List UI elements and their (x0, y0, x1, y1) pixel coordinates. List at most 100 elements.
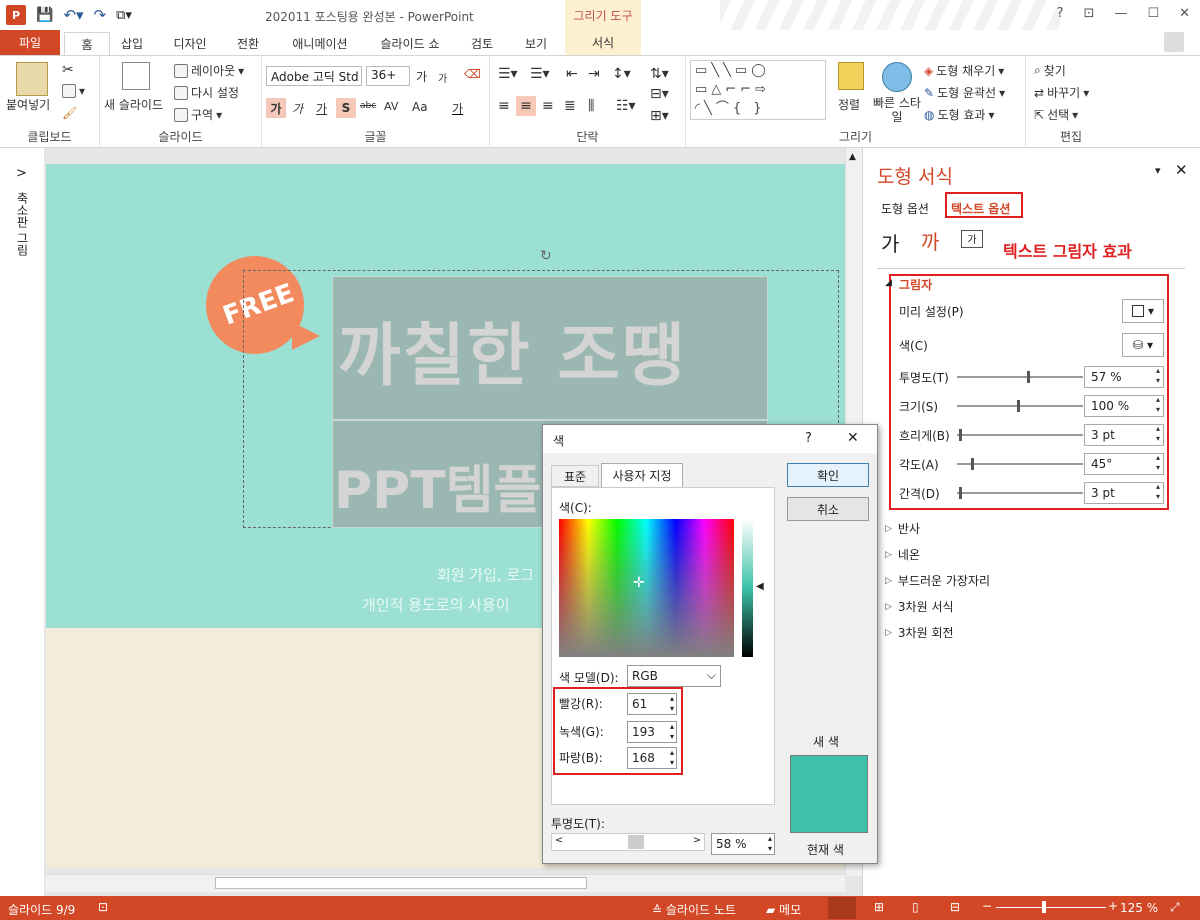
zoom-slider[interactable] (996, 901, 1106, 913)
distance-slider-thumb[interactable] (959, 487, 962, 499)
transparency-slider-thumb[interactable] (628, 835, 644, 849)
shadow-section-header[interactable]: 그림자 (899, 276, 932, 293)
line-spacing-icon[interactable]: ↕▾ (612, 66, 631, 82)
ok-button[interactable]: 확인 (787, 463, 869, 487)
minimize-button[interactable]: — (1114, 6, 1127, 21)
font-color-button[interactable]: 가 (452, 100, 463, 117)
bullets-icon[interactable]: ☰▾ (498, 66, 518, 82)
luminance-bar[interactable] (742, 519, 753, 657)
zoom-in-button[interactable]: + (1108, 899, 1118, 913)
section-3d-format[interactable]: ▷ 3차원 서식 (885, 598, 954, 615)
blue-spinner[interactable]: 168 (627, 747, 677, 769)
slideshow-view-icon[interactable]: ⊟ (950, 900, 960, 914)
tab-shape-options[interactable]: 도형 옵션 (881, 200, 929, 217)
italic-button[interactable]: 가 (292, 100, 303, 117)
hscroll-thumb[interactable] (215, 877, 587, 889)
collapse-shadow-icon[interactable]: ◢ (885, 278, 892, 288)
distance-spinner[interactable]: 3 pt (1084, 482, 1164, 504)
size-spinner[interactable]: 100 % (1084, 395, 1164, 417)
distance-slider[interactable] (957, 487, 1083, 499)
green-spinner[interactable]: 193 (627, 721, 677, 743)
notes-button[interactable]: ≙ 슬라이드 노트 (652, 901, 736, 918)
ribbon-display-button[interactable]: ⊡ (1084, 6, 1095, 21)
numbering-icon[interactable]: ☰▾ (530, 66, 550, 82)
char-spacing-button[interactable]: AV (384, 100, 398, 113)
zoom-level[interactable]: 125 % (1120, 901, 1158, 915)
slider-left-icon[interactable]: < (555, 835, 563, 846)
strikethrough-button[interactable]: abc (360, 101, 376, 111)
luminance-arrow-icon[interactable]: ◀ (756, 581, 764, 592)
reading-view-icon[interactable]: ▯ (912, 900, 919, 914)
paste-button[interactable]: 붙여넣기 (6, 96, 50, 113)
shape-fill-button[interactable]: ◈ 도형 채우기 ▾ (924, 62, 1004, 79)
red-spinner[interactable]: 61 (627, 693, 677, 715)
tab-file[interactable]: 파일 (0, 30, 60, 55)
text-fill-icon[interactable]: 가 (881, 228, 899, 257)
textbox-icon[interactable]: 가 (961, 230, 983, 248)
comments-button[interactable]: ▰ 메모 (766, 901, 801, 918)
new-slide-button[interactable]: 새 슬라이드 (104, 96, 163, 113)
preset-dropdown[interactable]: ▾ (1122, 299, 1164, 323)
layout-button[interactable]: 레이아웃 ▾ (174, 62, 244, 79)
dialog-close-button[interactable]: ✕ (847, 430, 859, 446)
grow-font-button[interactable]: 가 (416, 68, 427, 85)
angle-slider[interactable] (957, 458, 1083, 470)
dialog-help-button[interactable]: ? (805, 431, 812, 446)
shadow-color-dropdown[interactable]: ⛁ ▾ (1122, 333, 1164, 357)
rotate-handle-icon[interactable]: ↻ (540, 248, 552, 264)
angle-spinner[interactable]: 45° (1084, 453, 1164, 475)
change-case-button[interactable]: Aa (412, 100, 428, 114)
arrange-icon[interactable] (838, 62, 864, 90)
reset-button[interactable]: 다시 설정 (174, 84, 239, 101)
angle-slider-thumb[interactable] (971, 458, 974, 470)
tab-design[interactable]: 디자인 (165, 32, 215, 55)
fit-slide-icon[interactable]: ⤢ (1170, 900, 1180, 915)
tab-review[interactable]: 검토 (462, 32, 502, 55)
quick-styles-button[interactable]: 빠른 스타일 (872, 96, 922, 124)
justify-icon[interactable]: ≣ (564, 98, 576, 114)
smartart-icon[interactable]: ⊞▾ (650, 108, 669, 124)
text-shadow-button[interactable]: S (336, 98, 356, 118)
select-button[interactable]: ⇱ 선택 ▾ (1034, 106, 1078, 123)
tab-custom[interactable]: 사용자 지정 (601, 463, 683, 487)
transparency-slider[interactable] (957, 371, 1083, 383)
font-name-combo[interactable]: Adobe 고딕 Std (266, 66, 362, 86)
align-right-icon[interactable]: ≡ (542, 98, 554, 114)
save-icon[interactable]: 💾 (36, 7, 53, 23)
tab-home[interactable]: 홈 (64, 32, 110, 55)
slider-right-icon[interactable]: > (693, 835, 701, 846)
tab-animations[interactable]: 애니메이션 (283, 32, 357, 55)
format-painter-icon[interactable]: 🖌 (62, 106, 77, 120)
clear-format-icon[interactable]: ⌫ (464, 67, 481, 81)
quick-styles-icon[interactable] (882, 62, 912, 92)
tab-insert[interactable]: 삽입 (112, 32, 152, 55)
transparency-spinner[interactable]: 58 % (711, 833, 775, 855)
size-slider[interactable] (957, 400, 1083, 412)
transparency-slider-thumb[interactable] (1027, 371, 1030, 383)
tab-view[interactable]: 보기 (516, 32, 556, 55)
decrease-indent-icon[interactable]: ⇤ (566, 66, 578, 82)
expand-thumbnails-icon[interactable]: > (16, 166, 27, 181)
shrink-font-button[interactable]: 가 (438, 70, 447, 85)
columns-icon[interactable]: ⫼ (588, 98, 594, 114)
align-center-icon[interactable]: ≡ (516, 96, 536, 116)
undo-icon[interactable]: ↶▾ (63, 6, 83, 24)
transparency-spinner[interactable]: 57 % (1084, 366, 1164, 388)
section-glow[interactable]: ▷ 네온 (885, 546, 920, 563)
text-direction-icon[interactable]: ⇅▾ (650, 66, 669, 82)
tab-transitions[interactable]: 전환 (228, 32, 268, 55)
align-left-icon[interactable]: ≡ (498, 98, 510, 114)
blur-spinner[interactable]: 3 pt (1084, 424, 1164, 446)
font-size-combo[interactable]: 36+ (366, 66, 410, 86)
help-button[interactable]: ? (1057, 6, 1064, 21)
zoom-out-button[interactable]: − (982, 899, 992, 913)
shape-effects-button[interactable]: ◍ 도형 효과 ▾ (924, 106, 995, 123)
bold-button[interactable]: 가 (266, 98, 286, 118)
paragraph-settings-icon[interactable]: ☷▾ (616, 98, 636, 114)
user-avatar-icon[interactable] (1164, 32, 1184, 52)
scroll-up-icon[interactable]: ▲ (849, 152, 856, 162)
section-button[interactable]: 구역 ▾ (174, 106, 222, 123)
cancel-button[interactable]: 취소 (787, 497, 869, 521)
paste-icon[interactable] (16, 62, 48, 96)
transparency-slider[interactable]: < > (551, 833, 705, 851)
